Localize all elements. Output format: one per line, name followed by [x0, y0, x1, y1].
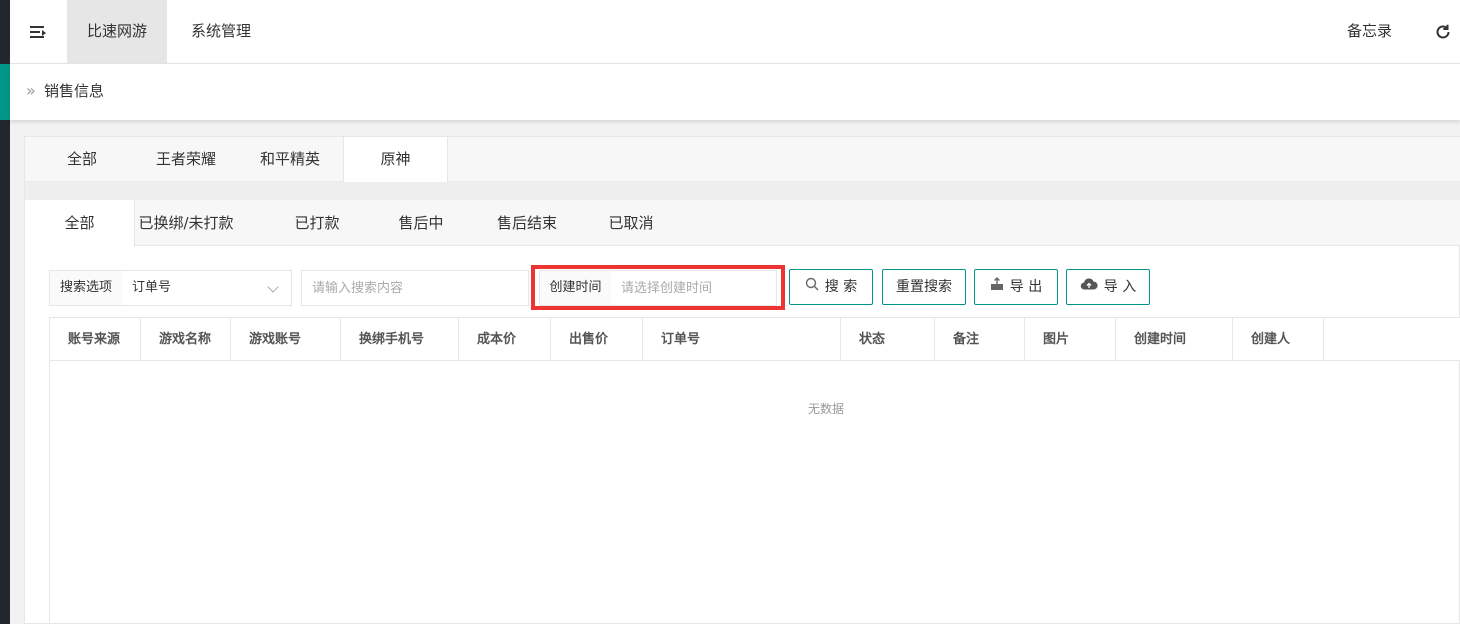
sales-table: 账号来源 游戏名称 游戏账号 换绑手机号 成本价 出售价 订单号 状态 备注 图… [49, 317, 1460, 624]
reset-search-button[interactable]: 重置搜索 [882, 269, 966, 305]
tab-status-cancelled[interactable]: 已取消 [579, 200, 683, 246]
table-header-cell: 账号来源 [50, 318, 141, 361]
search-keyword-input[interactable] [301, 270, 529, 306]
main-card: 全部 王者荣耀 和平精英 原神 全部 已换绑/未打款 已打款 售后中 售后结束 … [24, 136, 1460, 624]
refresh-icon[interactable] [1434, 0, 1452, 63]
table-header-cell: 订单号 [643, 318, 841, 361]
breadcrumb: » 销售信息 [10, 64, 1460, 120]
create-time-input[interactable] [611, 270, 777, 306]
tab-game-ys[interactable]: 原神 [343, 137, 448, 182]
memo-link[interactable]: 备忘录 [1347, 0, 1392, 63]
table-header-cell: 游戏名称 [141, 318, 231, 361]
table-header-cell: 游戏账号 [231, 318, 341, 361]
search-button[interactable]: 搜 索 [789, 269, 873, 305]
table-header-cell: 状态 [841, 318, 935, 361]
empty-state-text: 无数据 [807, 402, 844, 416]
table-header: 账号来源 游戏名称 游戏账号 换绑手机号 成本价 出售价 订单号 状态 备注 图… [50, 318, 1460, 361]
tab-separator [25, 182, 1460, 200]
tab-status-all[interactable]: 全部 [25, 200, 135, 247]
tab-game-all[interactable]: 全部 [41, 137, 123, 182]
chevron-down-icon [267, 281, 279, 293]
double-chevron-right-icon: » [26, 81, 36, 100]
search-option-label: 搜索选项 [49, 270, 123, 306]
game-tabs: 全部 王者荣耀 和平精英 原神 [25, 137, 1460, 182]
table-header-cell: 图片 [1025, 318, 1116, 361]
table-header-cell: 出售价 [551, 318, 643, 361]
search-icon [805, 270, 819, 304]
import-button[interactable]: 导 入 [1066, 269, 1150, 305]
search-option-value: 订单号 [132, 280, 172, 295]
nav-item-bisu[interactable]: 比速网游 [67, 0, 168, 63]
menu-toggle-icon[interactable] [28, 22, 48, 42]
tab-status-paid[interactable]: 已打款 [265, 200, 369, 246]
table-header-cell: 创建时间 [1116, 318, 1233, 361]
table-header-cell: 成本价 [459, 318, 551, 361]
tab-game-hpjy[interactable]: 和平精英 [249, 137, 331, 182]
create-time-label: 创建时间 [539, 270, 612, 306]
cloud-upload-icon [1080, 270, 1098, 304]
tab-status-rebound-unpaid[interactable]: 已换绑/未打款 [137, 200, 235, 246]
export-button[interactable]: 导 出 [974, 269, 1058, 305]
search-option-select[interactable]: 订单号 [122, 270, 292, 306]
breadcrumb-current: 销售信息 [44, 82, 105, 100]
top-header: 比速网游 系统管理 备忘录 [10, 0, 1460, 64]
table-header-cell: 换绑手机号 [341, 318, 459, 361]
status-tabs: 全部 已换绑/未打款 已打款 售后中 售后结束 已取消 [25, 200, 1460, 247]
tab-game-wzry[interactable]: 王者荣耀 [145, 137, 227, 182]
table-header-cell: 备注 [935, 318, 1025, 361]
table-header-cell: 创建人 [1233, 318, 1324, 361]
sidebar-active-indicator [0, 64, 10, 120]
nav-item-system[interactable]: 系统管理 [171, 0, 271, 63]
tab-status-aftersale-done[interactable]: 售后结束 [475, 200, 579, 246]
export-icon [990, 270, 1004, 304]
tab-status-aftersale[interactable]: 售后中 [369, 200, 473, 246]
